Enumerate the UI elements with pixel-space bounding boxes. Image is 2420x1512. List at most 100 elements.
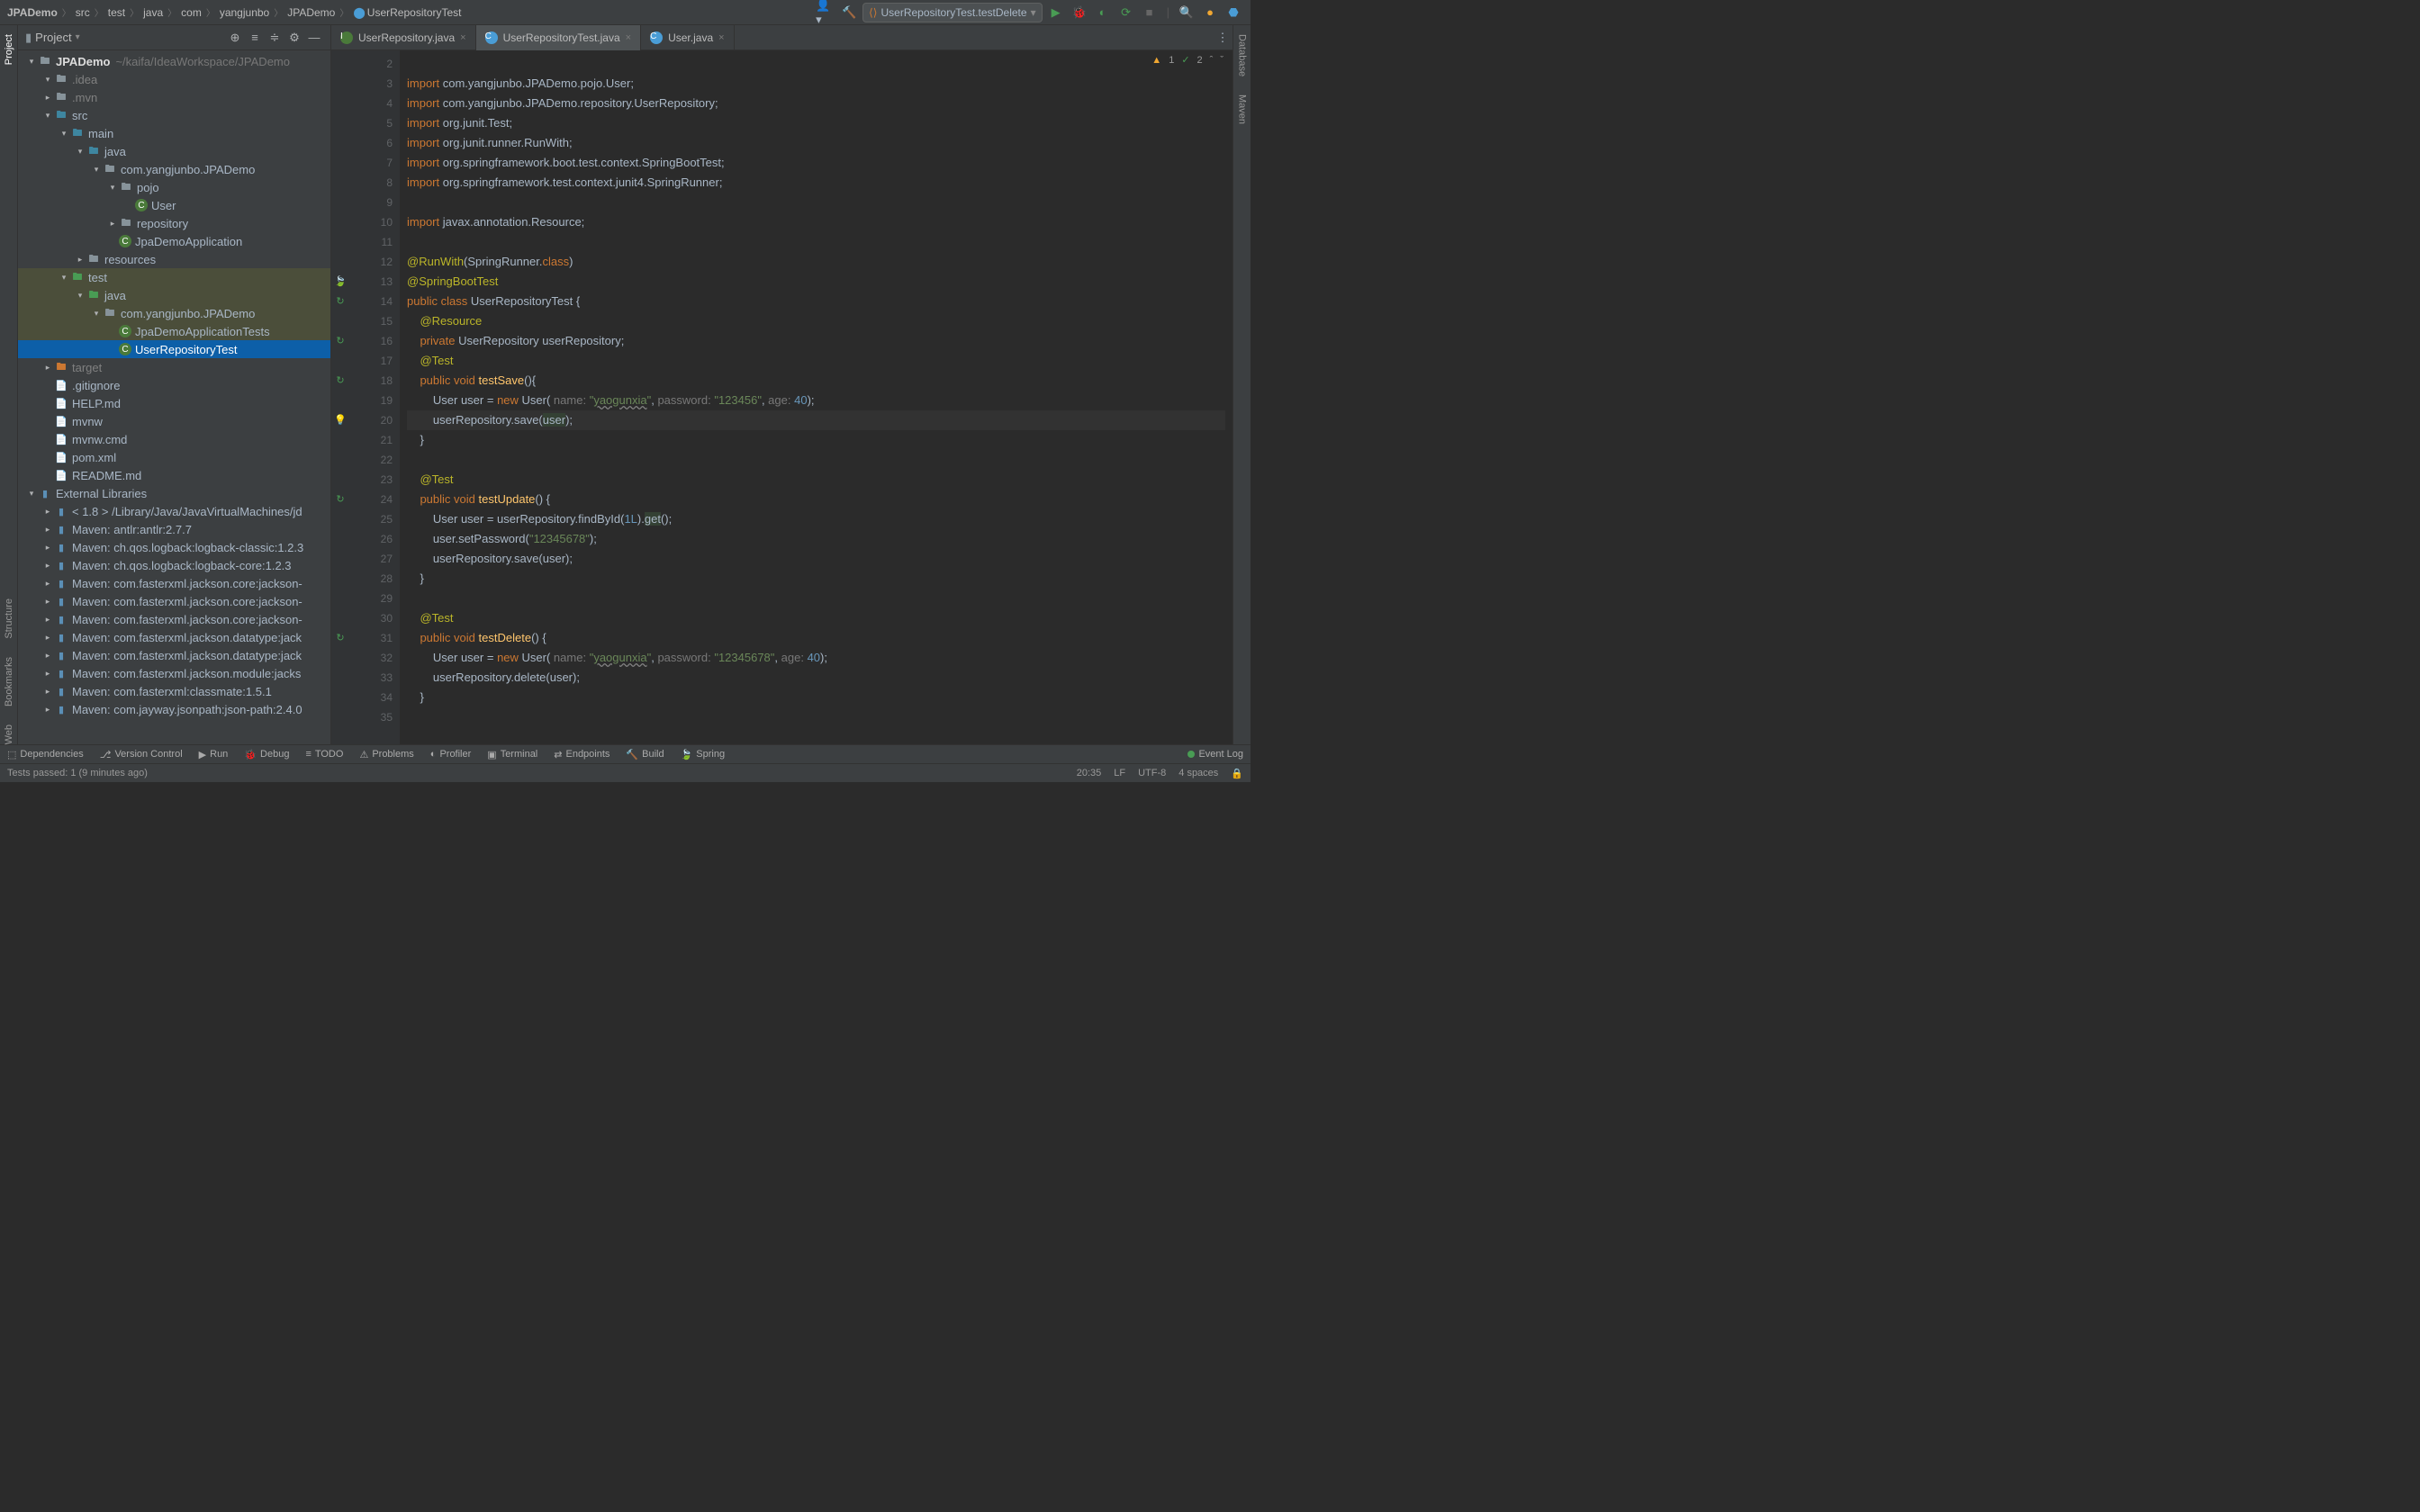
- tree-item[interactable]: ▸▮Maven: com.fasterxml:classmate:1.5.1: [18, 682, 330, 700]
- tool-project[interactable]: Project: [4, 34, 14, 65]
- breadcrumb-item[interactable]: src: [76, 6, 90, 19]
- expand-icon[interactable]: ≡: [246, 29, 264, 47]
- editor[interactable]: 🍃↻ ↻ ↻ 💡 ↻ ↻ 234567891011121314151617181…: [331, 50, 1233, 744]
- shield-icon[interactable]: ⬣: [1224, 3, 1243, 22]
- coverage-icon[interactable]: ◐: [1093, 3, 1113, 22]
- tree-item[interactable]: ▸▮Maven: com.fasterxml.jackson.core:jack…: [18, 574, 330, 592]
- tree-item[interactable]: CJpaDemoApplication: [18, 232, 330, 250]
- breadcrumb-item[interactable]: JPADemo: [7, 6, 58, 19]
- locate-icon[interactable]: ⊕: [226, 29, 244, 47]
- status-indent[interactable]: 4 spaces: [1178, 768, 1218, 779]
- run-icon[interactable]: ▶: [1046, 3, 1066, 22]
- tabs-menu-icon[interactable]: ⋮: [1213, 28, 1233, 48]
- tool-web[interactable]: Web: [4, 724, 14, 744]
- tree-item[interactable]: 📄README.md: [18, 466, 330, 484]
- breadcrumb-item[interactable]: yangjunbo: [220, 6, 269, 19]
- hide-icon[interactable]: —: [305, 29, 323, 47]
- status-line-sep[interactable]: LF: [1114, 768, 1125, 779]
- profile-icon[interactable]: ⟳: [1116, 3, 1136, 22]
- tree-item[interactable]: ▸🖿repository: [18, 214, 330, 232]
- tree-root[interactable]: ▾🖿JPADemo ~/kaifa/IdeaWorkspace/JPADemo: [18, 52, 330, 70]
- tree-item[interactable]: ▾🖿src: [18, 106, 330, 124]
- tree-item[interactable]: ▾🖿pojo: [18, 178, 330, 196]
- inspections-widget[interactable]: ▲1 ✓2 ˆ ˇ: [1151, 54, 1224, 66]
- project-tree[interactable]: ▾🖿JPADemo ~/kaifa/IdeaWorkspace/JPADemo▾…: [18, 50, 330, 744]
- bottom-tab-terminal[interactable]: ▣Terminal: [487, 749, 537, 760]
- breadcrumb-item[interactable]: test: [108, 6, 125, 19]
- bottom-tab-build[interactable]: 🔨Build: [626, 749, 664, 760]
- check-icon: ✓: [1181, 54, 1189, 66]
- tree-item[interactable]: 📄HELP.md: [18, 394, 330, 412]
- breadcrumbs[interactable]: JPADemo〉src〉test〉java〉com〉yangjunbo〉JPAD…: [7, 5, 816, 19]
- tree-item[interactable]: ▾🖿java: [18, 286, 330, 304]
- collapse-icon[interactable]: ≑: [266, 29, 284, 47]
- tree-item[interactable]: ▸▮Maven: com.fasterxml.jackson.datatype:…: [18, 646, 330, 664]
- bottom-tab-debug[interactable]: 🐞Debug: [244, 749, 289, 760]
- tree-item[interactable]: ▾🖿.idea: [18, 70, 330, 88]
- bottom-tab-version-control[interactable]: ⎇Version Control: [100, 749, 183, 760]
- stop-icon[interactable]: ■: [1140, 3, 1160, 22]
- breadcrumb-item[interactable]: JPADemo: [287, 6, 335, 19]
- ide-update-icon[interactable]: ●: [1200, 3, 1220, 22]
- tree-item[interactable]: 📄.gitignore: [18, 376, 330, 394]
- tree-item[interactable]: ▾🖿test: [18, 268, 330, 286]
- run-config-selector[interactable]: ⟨⟩ UserRepositoryTest.testDelete ▾: [862, 3, 1042, 22]
- tree-item[interactable]: ▾🖿com.yangjunbo.JPADemo: [18, 304, 330, 322]
- external-libs[interactable]: ▾▮External Libraries: [18, 484, 330, 502]
- debug-icon[interactable]: 🐞: [1070, 3, 1089, 22]
- chevron-down-icon[interactable]: ˇ: [1220, 55, 1224, 66]
- tree-item[interactable]: ▸▮Maven: com.fasterxml.jackson.core:jack…: [18, 592, 330, 610]
- close-tab-icon[interactable]: ×: [718, 32, 724, 43]
- tree-item[interactable]: CUser: [18, 196, 330, 214]
- bottom-tab-problems[interactable]: ⚠Problems: [359, 749, 413, 760]
- tool-structure[interactable]: Structure: [4, 598, 14, 639]
- tree-item[interactable]: ▸🖿.mvn: [18, 88, 330, 106]
- lock-icon[interactable]: 🔒: [1231, 768, 1243, 779]
- status-encoding[interactable]: UTF-8: [1138, 768, 1166, 779]
- editor-tab[interactable]: IUserRepository.java×: [331, 25, 476, 50]
- tree-item[interactable]: ▸▮Maven: ch.qos.logback:logback-classic:…: [18, 538, 330, 556]
- tool-maven[interactable]: Maven: [1237, 94, 1248, 124]
- tree-item[interactable]: ▸▮Maven: ch.qos.logback:logback-core:1.2…: [18, 556, 330, 574]
- breadcrumb-item[interactable]: com: [181, 6, 202, 19]
- settings-icon[interactable]: ⚙: [285, 29, 303, 47]
- tree-item[interactable]: ▸🖿target: [18, 358, 330, 376]
- tree-item[interactable]: CJpaDemoApplicationTests: [18, 322, 330, 340]
- tree-item[interactable]: CUserRepositoryTest: [18, 340, 330, 358]
- tree-item[interactable]: 📄pom.xml: [18, 448, 330, 466]
- close-tab-icon[interactable]: ×: [460, 32, 465, 43]
- tree-item[interactable]: ▸▮Maven: com.fasterxml.jackson.core:jack…: [18, 610, 330, 628]
- editor-tab[interactable]: CUser.java×: [641, 25, 734, 50]
- bottom-tab-todo[interactable]: ≡TODO: [305, 749, 343, 760]
- tree-item[interactable]: ▸▮Maven: com.fasterxml.jackson.datatype:…: [18, 628, 330, 646]
- event-log-button[interactable]: Event Log: [1198, 749, 1243, 760]
- close-tab-icon[interactable]: ×: [626, 32, 631, 43]
- tree-item[interactable]: ▸🖿resources: [18, 250, 330, 268]
- tree-item[interactable]: ▾🖿main: [18, 124, 330, 142]
- search-icon[interactable]: 🔍: [1177, 3, 1196, 22]
- bottom-tab-dependencies[interactable]: ⬚Dependencies: [7, 749, 84, 760]
- tree-item[interactable]: ▾🖿java: [18, 142, 330, 160]
- breadcrumb-item[interactable]: java: [143, 6, 163, 19]
- user-icon[interactable]: 👤▾: [816, 3, 835, 22]
- breadcrumb-item[interactable]: ⬤ UserRepositoryTest: [353, 6, 461, 19]
- tool-database[interactable]: Database: [1237, 34, 1248, 76]
- bottom-tab-endpoints[interactable]: ⇄Endpoints: [554, 749, 610, 760]
- tree-item[interactable]: ▸▮Maven: antlr:antlr:2.7.7: [18, 520, 330, 538]
- bottom-tab-spring[interactable]: 🍃Spring: [681, 749, 726, 760]
- bottom-tab-profiler[interactable]: ◐Profiler: [430, 749, 472, 760]
- chevron-up-icon[interactable]: ˆ: [1210, 55, 1214, 66]
- panel-title[interactable]: ▮ Project ▾: [25, 31, 80, 45]
- tree-item[interactable]: ▸▮Maven: com.jayway.jsonpath:json-path:2…: [18, 700, 330, 718]
- hammer-icon[interactable]: 🔨: [839, 3, 859, 22]
- bottom-tool-tabs: ⬚Dependencies ⎇Version Control ▶Run 🐞Debug ≡…: [0, 744, 1251, 763]
- tree-item[interactable]: 📄mvnw.cmd: [18, 430, 330, 448]
- tool-bookmarks[interactable]: Bookmarks: [4, 657, 14, 706]
- tree-item[interactable]: ▸▮Maven: com.fasterxml.jackson.module:ja…: [18, 664, 330, 682]
- bottom-tab-run[interactable]: ▶Run: [199, 749, 229, 760]
- editor-tab[interactable]: CUserRepositoryTest.java×: [476, 25, 642, 50]
- tree-item[interactable]: ▸▮< 1.8 > /Library/Java/JavaVirtualMachi…: [18, 502, 330, 520]
- tree-item[interactable]: ▾🖿com.yangjunbo.JPADemo: [18, 160, 330, 178]
- status-time[interactable]: 20:35: [1077, 768, 1102, 779]
- tree-item[interactable]: 📄mvnw: [18, 412, 330, 430]
